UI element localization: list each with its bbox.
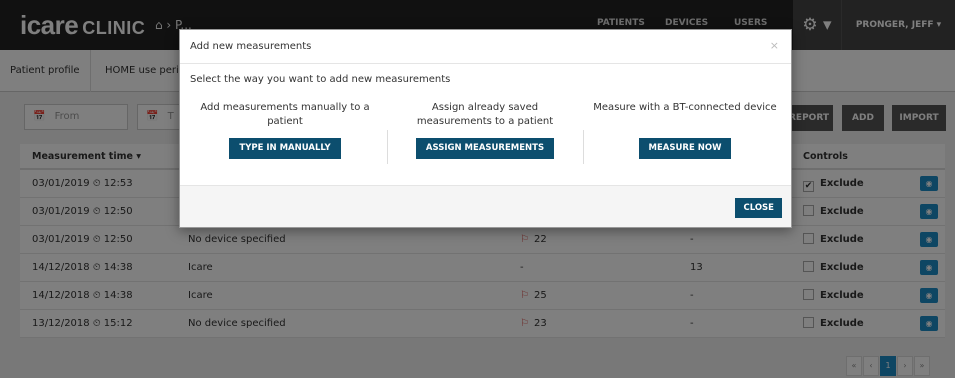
modal-header: Add new measurements × — [180, 30, 791, 64]
add-measurements-modal: Add new measurements × Select the way yo… — [179, 29, 792, 228]
modal-footer: CLOSE — [180, 185, 791, 227]
type-in-manually-button[interactable]: TYPE IN MANUALLY — [229, 138, 341, 159]
assign-measurements-button[interactable]: ASSIGN MEASUREMENTS — [415, 138, 555, 159]
option-assign-text: Assign already saved measurements to a p… — [416, 102, 554, 127]
option-manual: Add measurements manually to a patient T… — [200, 101, 370, 159]
option-manual-text: Add measurements manually to a patient — [200, 102, 370, 127]
close-button[interactable]: CLOSE — [735, 198, 782, 218]
modal-prompt: Select the way you want to add new measu… — [190, 74, 451, 85]
close-icon[interactable]: × — [770, 39, 779, 52]
option-bt-device: Measure with a BT-connected device MEASU… — [592, 101, 778, 159]
measure-now-button[interactable]: MEASURE NOW — [638, 138, 732, 159]
divider — [583, 130, 584, 164]
divider — [387, 130, 388, 164]
option-bt-text: Measure with a BT-connected device — [593, 102, 777, 113]
option-assign: Assign already saved measurements to a p… — [398, 101, 572, 159]
modal-title: Add new measurements — [190, 41, 312, 52]
